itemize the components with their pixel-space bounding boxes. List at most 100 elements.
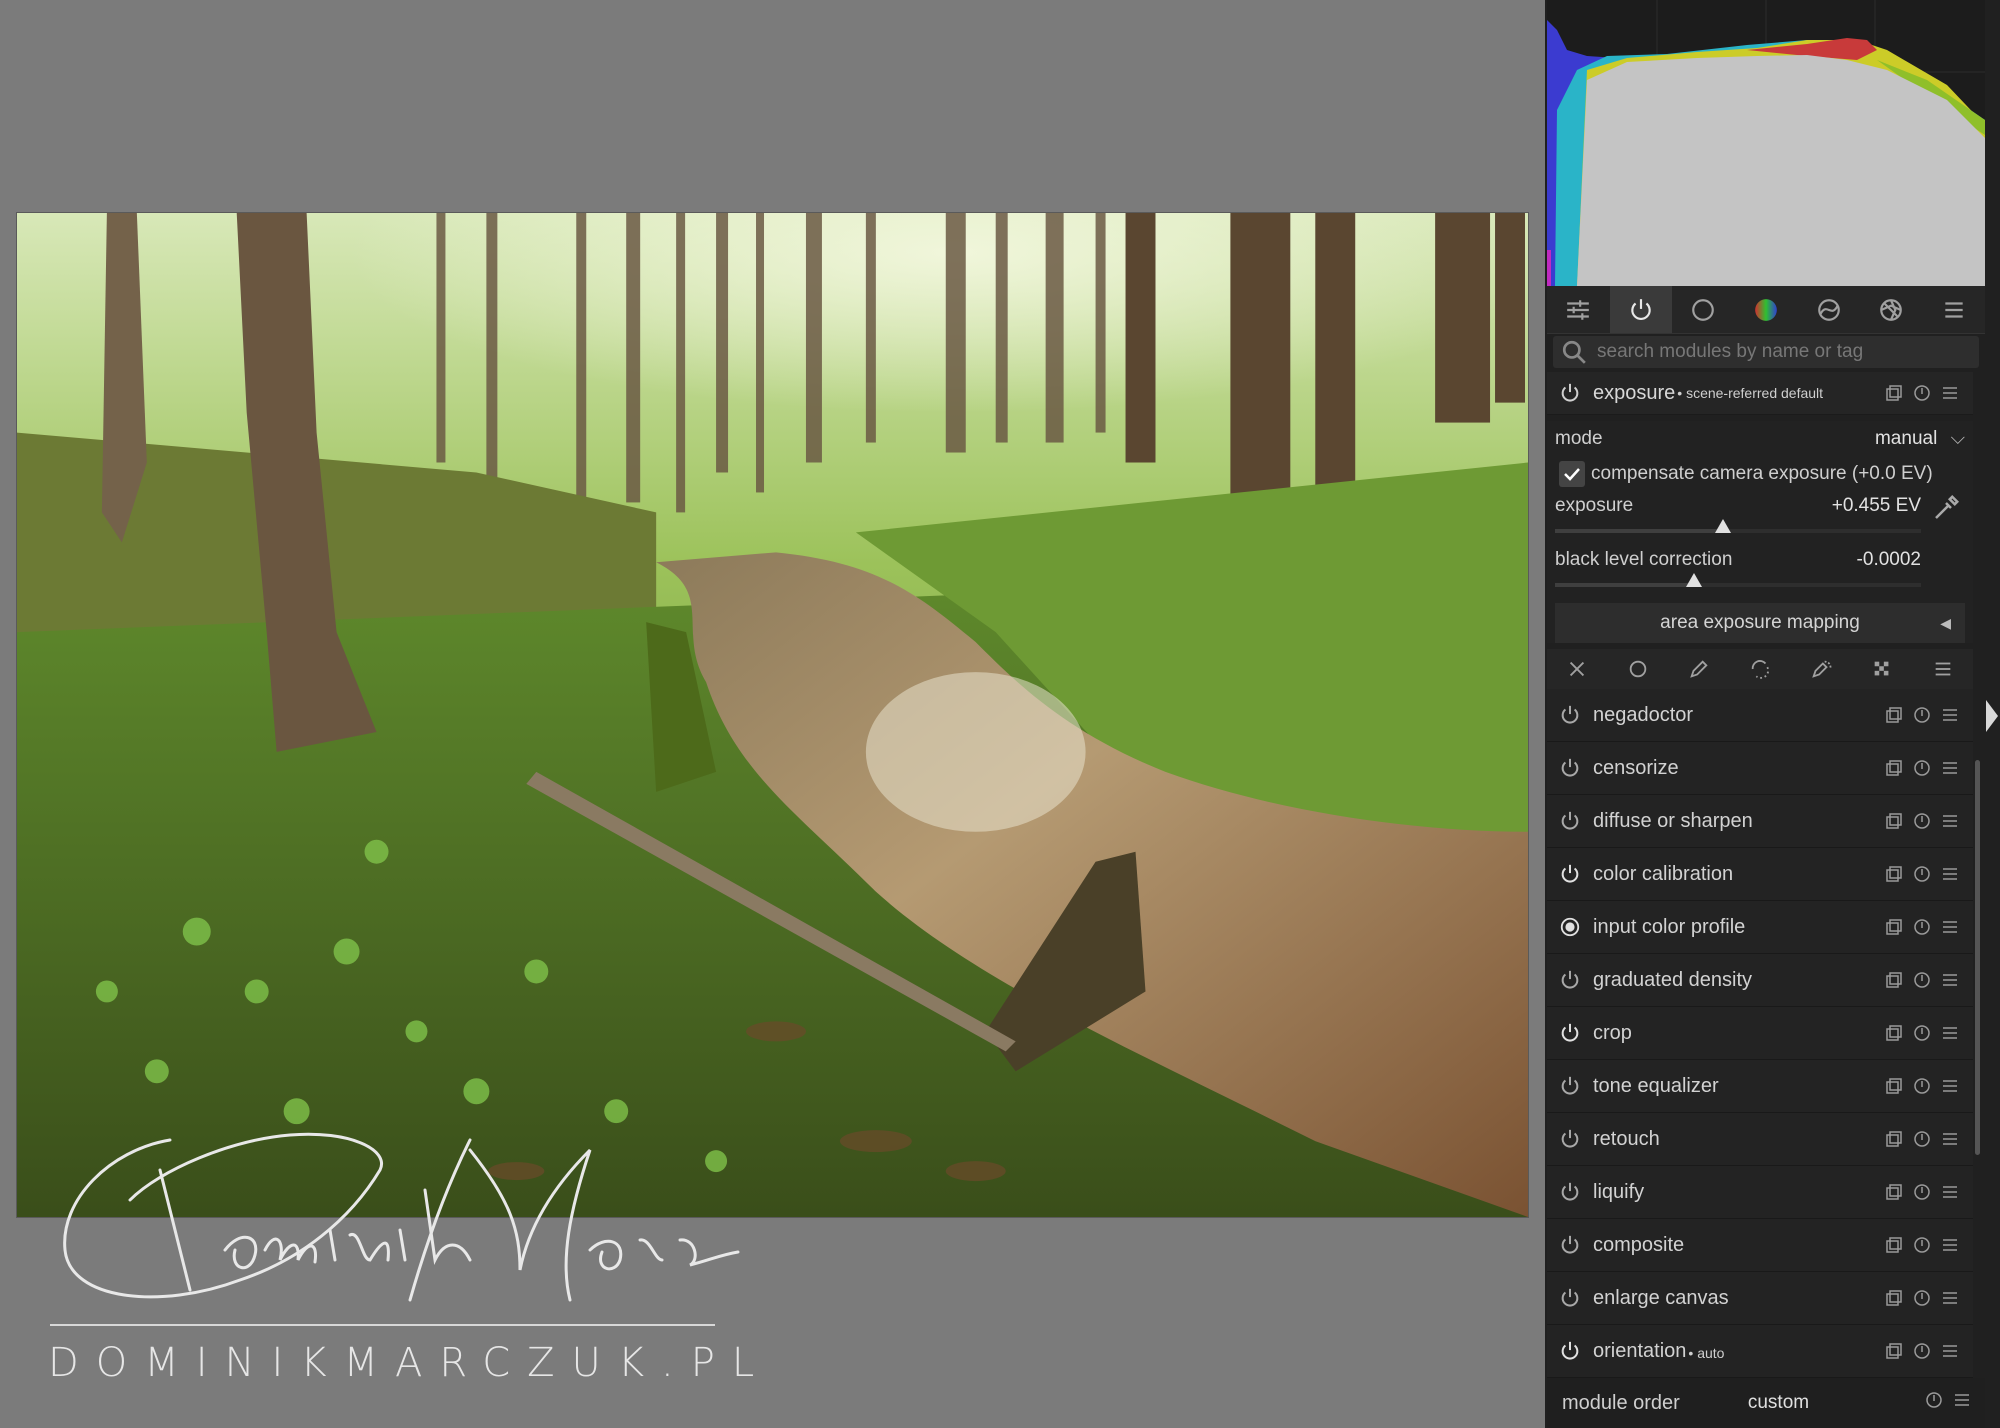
reset-icon[interactable] [1913,1077,1931,1095]
module-search[interactable] [1553,336,1979,368]
reset-icon[interactable] [1913,1236,1931,1254]
presets-menu-icon[interactable] [1941,812,1959,830]
module-row[interactable]: diffuse or sharpen [1547,795,1973,848]
presets-menu-icon[interactable] [1941,759,1959,777]
reset-icon[interactable] [1913,812,1931,830]
parametric-mask-button[interactable] [1730,658,1791,680]
module-row[interactable]: liquify [1547,1166,1973,1219]
mode-combobox[interactable]: mode manual ⌵ [1555,421,1965,457]
tab-active-modules[interactable] [1609,286,1673,334]
multi-instance-icon[interactable] [1885,1342,1903,1360]
reset-icon[interactable] [1913,384,1931,402]
module-row[interactable]: composite [1547,1219,1973,1272]
reset-icon[interactable] [1913,1289,1931,1307]
tab-correct[interactable] [1797,286,1860,334]
module-row[interactable]: enlarge canvas [1547,1272,1973,1325]
module-header-exposure[interactable]: exposure • scene-referred default [1547,372,1973,415]
power-icon[interactable] [1559,704,1581,726]
reset-icon[interactable] [1913,971,1931,989]
power-icon[interactable] [1559,1128,1581,1150]
presets-menu-icon[interactable] [1941,1289,1959,1307]
drawn-parametric-mask-button[interactable] [1790,658,1851,680]
multi-instance-icon[interactable] [1885,812,1903,830]
reset-icon[interactable] [1913,865,1931,883]
uniform-mask-button[interactable] [1608,658,1669,680]
exposure-slider-track[interactable] [1555,519,1921,533]
drawn-mask-button[interactable] [1669,658,1730,680]
presets-menu-icon[interactable] [1941,1236,1959,1254]
checkbox[interactable] [1559,461,1585,487]
module-row[interactable]: crop [1547,1007,1973,1060]
raster-mask-button[interactable] [1851,658,1912,680]
tab-presets-menu[interactable] [1922,286,1986,334]
histogram[interactable] [1547,0,1985,286]
multi-instance-icon[interactable] [1885,759,1903,777]
multi-instance-icon[interactable] [1885,1024,1903,1042]
presets-menu-icon[interactable] [1941,971,1959,989]
multi-instance-icon[interactable] [1885,865,1903,883]
multi-instance-icon[interactable] [1885,1077,1903,1095]
module-row[interactable]: input color profile [1547,901,1973,954]
multi-instance-icon[interactable] [1885,918,1903,936]
power-icon[interactable] [1559,863,1581,885]
multi-instance-icon[interactable] [1885,1130,1903,1148]
reset-icon[interactable] [1925,1391,1943,1415]
area-exposure-mapping-section[interactable]: area exposure mapping ◀ [1555,603,1965,643]
multi-instance-icon[interactable] [1885,1289,1903,1307]
exposure-slider[interactable]: exposure +0.455 EV [1555,491,1965,545]
power-icon[interactable] [1559,757,1581,779]
power-icon[interactable] [1559,1234,1581,1256]
power-icon[interactable] [1559,1287,1581,1309]
presets-menu-icon[interactable] [1941,1130,1959,1148]
multi-instance-icon[interactable] [1885,971,1903,989]
blend-off-button[interactable] [1547,658,1608,680]
power-icon[interactable] [1559,810,1581,832]
module-row[interactable]: retouch [1547,1113,1973,1166]
reset-icon[interactable] [1913,918,1931,936]
multi-instance-icon[interactable] [1885,384,1903,402]
module-row[interactable]: negadoctor [1547,689,1973,742]
reset-icon[interactable] [1913,1130,1931,1148]
tab-base[interactable] [1672,286,1735,334]
reset-icon[interactable] [1913,759,1931,777]
tab-quick-access[interactable] [1547,286,1610,334]
presets-menu-icon[interactable] [1941,1077,1959,1095]
module-row[interactable]: graduated density [1547,954,1973,1007]
power-icon[interactable] [1559,1022,1581,1044]
always-on-icon[interactable] [1559,916,1581,938]
power-icon[interactable] [1559,1181,1581,1203]
tab-effects[interactable] [1859,286,1923,334]
multi-instance-icon[interactable] [1885,1183,1903,1201]
module-row[interactable]: censorize [1547,742,1973,795]
module-row[interactable]: tone equalizer [1547,1060,1973,1113]
module-order-value[interactable]: custom [1748,1392,1809,1414]
compensate-exposure-toggle[interactable]: compensate camera exposure (+0.0 EV) [1555,457,1965,491]
power-icon[interactable] [1559,1340,1581,1362]
module-row[interactable]: orientation • auto [1547,1325,1973,1378]
search-input[interactable] [1595,340,1959,364]
presets-menu-icon[interactable] [1941,1183,1959,1201]
blend-menu-button[interactable] [1912,658,1973,680]
black-level-slider-track[interactable] [1555,573,1921,587]
panel-scrollbar[interactable] [1975,760,1980,1155]
black-level-slider[interactable]: black level correction -0.0002 [1555,545,1965,599]
forest-stream-photo[interactable] [16,212,1529,1218]
module-row[interactable]: color calibration [1547,848,1973,901]
presets-menu-icon[interactable] [1941,1024,1959,1042]
color-picker-icon[interactable] [1931,493,1961,523]
presets-menu-icon[interactable] [1941,1342,1959,1360]
multi-instance-icon[interactable] [1885,706,1903,724]
reset-icon[interactable] [1913,706,1931,724]
presets-menu-icon[interactable] [1941,918,1959,936]
reset-icon[interactable] [1913,1024,1931,1042]
presets-menu-icon[interactable] [1941,706,1959,724]
reset-icon[interactable] [1913,1342,1931,1360]
tab-color[interactable] [1734,286,1798,334]
collapse-panel-arrow-icon[interactable] [1986,700,1998,732]
power-icon[interactable] [1559,1075,1581,1097]
presets-menu-icon[interactable] [1953,1391,1971,1415]
multi-instance-icon[interactable] [1885,1236,1903,1254]
black-level-slider-thumb[interactable] [1686,573,1703,587]
power-icon[interactable] [1559,382,1581,404]
exposure-slider-thumb[interactable] [1715,519,1732,533]
